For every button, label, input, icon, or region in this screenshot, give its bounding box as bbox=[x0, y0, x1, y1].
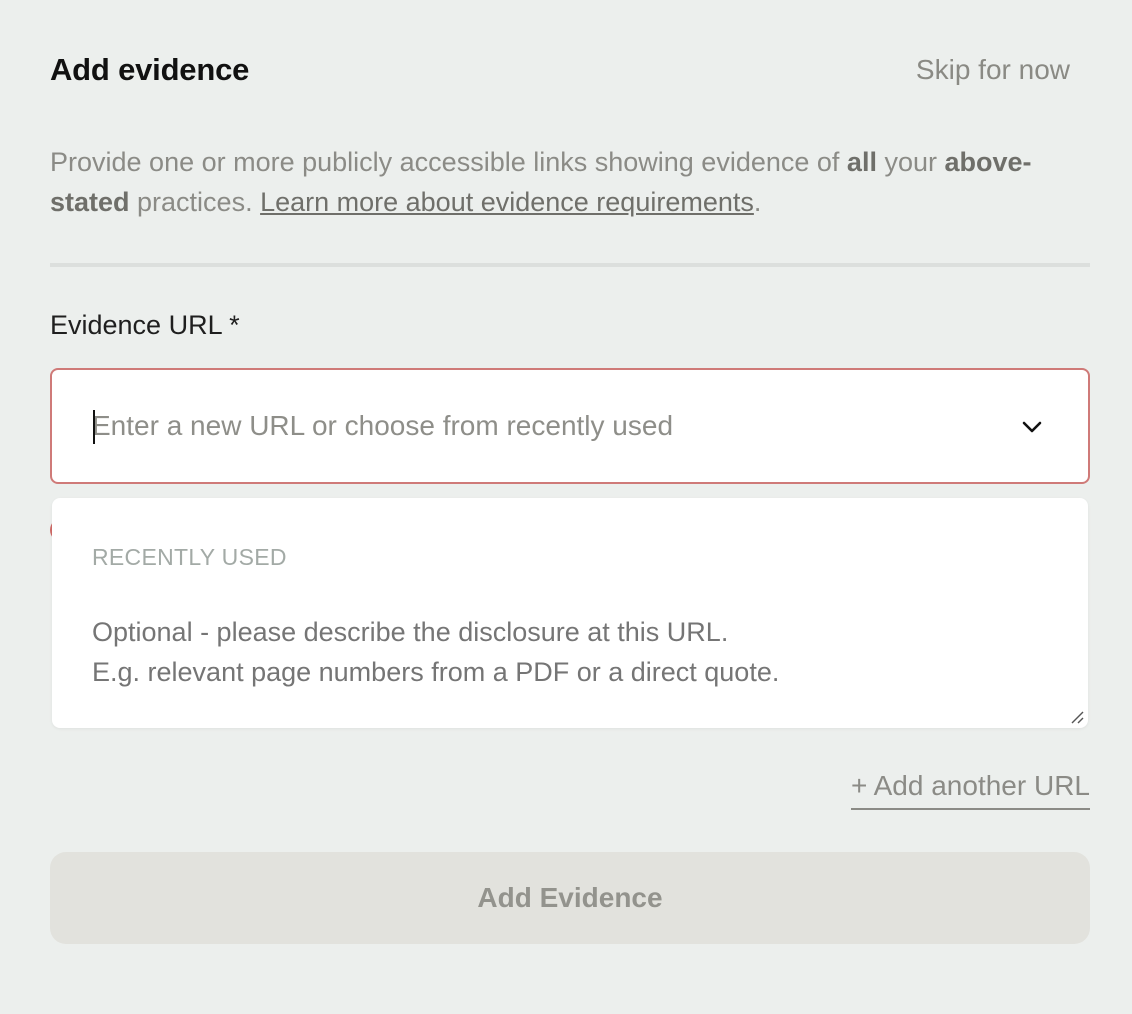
header: Add evidence Skip for now bbox=[50, 48, 1090, 94]
evidence-url-combobox[interactable] bbox=[50, 368, 1090, 484]
recently-used-dropdown: RECENTLY USED bbox=[52, 498, 1088, 728]
skip-for-now-link[interactable]: Skip for now bbox=[916, 54, 1070, 86]
description-text: Provide one or more publicly accessible … bbox=[50, 142, 1090, 222]
description-bold-all: all bbox=[846, 147, 877, 177]
add-evidence-button[interactable]: Add Evidence bbox=[50, 852, 1090, 944]
description-part-1: Provide one or more publicly accessible … bbox=[50, 147, 847, 177]
text-cursor bbox=[93, 410, 95, 444]
disclosure-description-textarea[interactable] bbox=[92, 612, 1052, 712]
evidence-url-input[interactable] bbox=[92, 370, 992, 482]
page-title: Add evidence bbox=[50, 52, 250, 87]
recently-used-heading: RECENTLY USED bbox=[92, 544, 287, 570]
description-part-3: practices. bbox=[129, 187, 261, 217]
learn-more-link[interactable]: Learn more about evidence requirements bbox=[260, 187, 754, 217]
section-divider bbox=[50, 263, 1090, 267]
evidence-url-label: Evidence URL * bbox=[50, 310, 240, 340]
chevron-down-icon[interactable] bbox=[1020, 418, 1044, 436]
add-another-url-link[interactable]: + Add another URL bbox=[851, 770, 1090, 810]
description-part-4: . bbox=[753, 187, 762, 217]
description-part-2: your bbox=[876, 147, 945, 177]
resize-grip-icon[interactable] bbox=[1070, 710, 1084, 724]
